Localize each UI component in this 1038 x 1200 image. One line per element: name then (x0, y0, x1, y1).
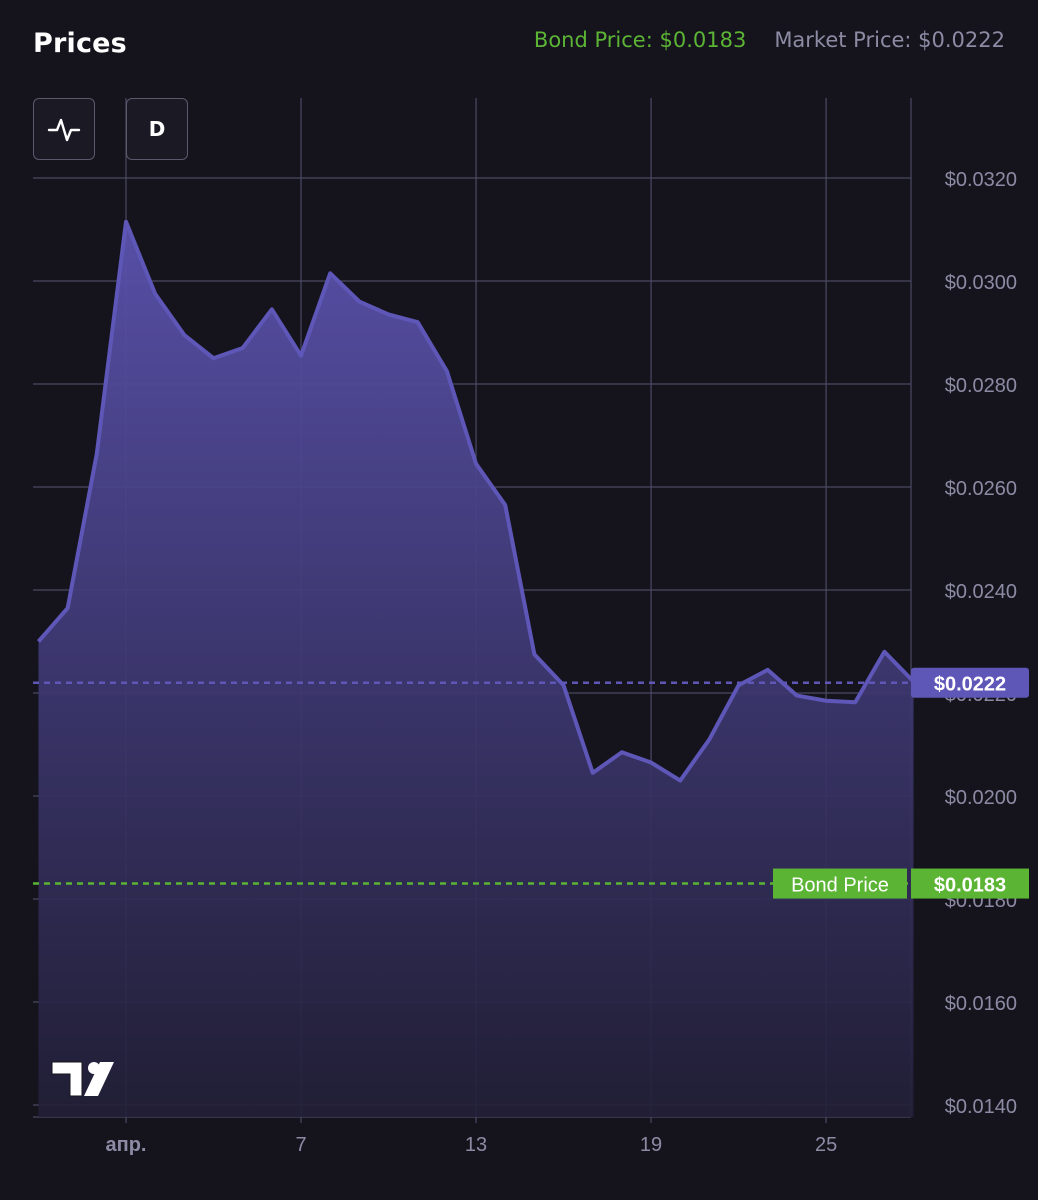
x-tick-label: 25 (815, 1134, 837, 1156)
y-tick-label: $0.0240 (945, 581, 1017, 603)
y-tick-label: $0.0140 (945, 1096, 1017, 1118)
market-price-tag-label: $0.0222 (934, 674, 1006, 696)
interval-button[interactable]: D (126, 98, 188, 160)
y-tick-label: $0.0160 (945, 993, 1017, 1015)
bond-price-tag-label: $0.0183 (934, 875, 1006, 897)
y-tick-label: $0.0200 (945, 787, 1017, 809)
price-chart[interactable]: $0.0320 $0.0300 $0.0280 $0.0260 $0.0240 $0.02… (0, 0, 1038, 1200)
bond-price-name-label: Bond Price (791, 875, 889, 897)
y-tick-label: $0.0280 (945, 375, 1017, 397)
x-tick-label: апр. (106, 1134, 147, 1156)
interval-label: D (148, 117, 166, 141)
x-tick-label: 13 (465, 1134, 487, 1156)
chart-type-button[interactable] (33, 98, 95, 160)
y-tick-label: $0.0300 (945, 272, 1017, 294)
y-tick-label: $0.0260 (945, 478, 1017, 500)
x-tick-label: 19 (640, 1134, 662, 1156)
line-chart-icon (47, 118, 81, 142)
x-tick-label: 7 (295, 1134, 306, 1156)
y-tick-label: $0.0320 (945, 169, 1017, 191)
